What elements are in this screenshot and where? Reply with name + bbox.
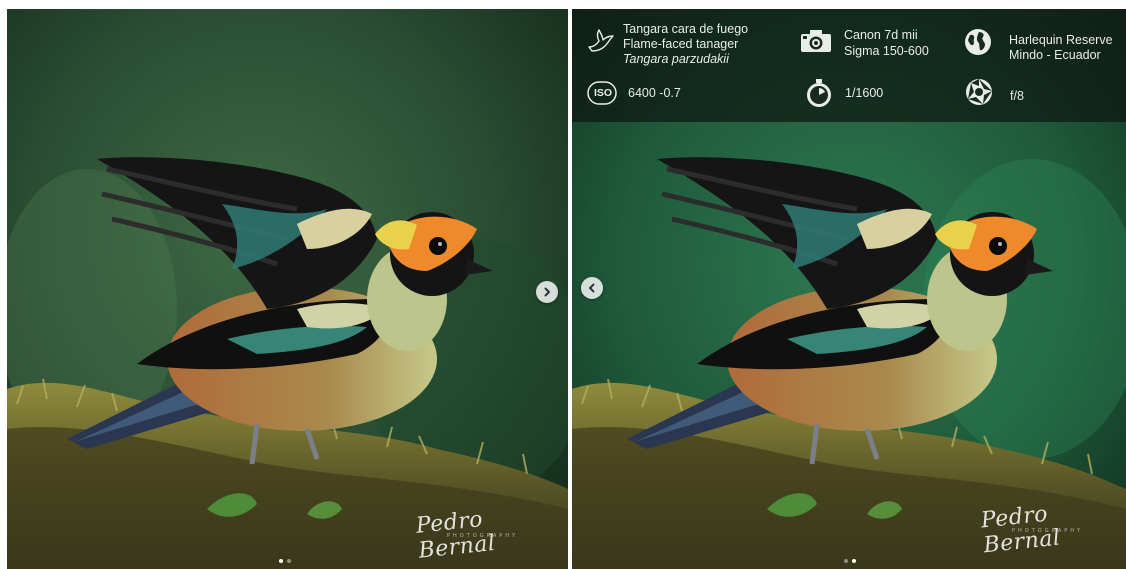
photo-slide-right: Tangara cara de fuego Flame-faced tanage…: [572, 9, 1126, 569]
stopwatch-icon: [805, 78, 833, 108]
camera-model: Canon 7d mii: [844, 28, 918, 42]
chevron-right-icon: [541, 286, 553, 298]
carousel-dot[interactable]: [279, 559, 283, 563]
species-english-name: Flame-faced tanager: [623, 37, 739, 51]
prev-slide-button[interactable]: [581, 277, 603, 299]
photo-slide-left: Pedro Bernal PHOTOGRAPHY: [7, 9, 568, 569]
photographer-signature-sub: PHOTOGRAPHY: [1012, 528, 1084, 534]
location-region: Mindo - Ecuador: [1009, 48, 1101, 62]
iso-icon-label: ISO: [594, 87, 613, 99]
location-place: Harlequin Reserve: [1009, 33, 1113, 47]
species-spanish-name: Tangara cara de fuego: [623, 22, 749, 36]
aperture-icon: [964, 77, 994, 107]
carousel-dot[interactable]: [844, 559, 848, 563]
next-slide-button[interactable]: [536, 281, 558, 303]
globe-icon: [963, 27, 993, 57]
chevron-left-icon: [586, 282, 598, 294]
bird-photo: [7, 9, 568, 569]
iso-value: 6400 -0.7: [628, 86, 681, 100]
species-scientific-name: Tangara parzudakii: [623, 52, 729, 66]
camera-icon: [800, 29, 832, 53]
photo-info-overlay: Tangara cara de fuego Flame-faced tanage…: [572, 9, 1126, 122]
aperture-value: f/8: [1010, 89, 1024, 103]
lens-model: Sigma 150-600: [844, 44, 929, 58]
shutter-speed-value: 1/1600: [845, 86, 884, 100]
photographer-signature-sub: PHOTOGRAPHY: [447, 533, 519, 539]
carousel-dot[interactable]: [287, 559, 291, 563]
carousel-dots: [279, 559, 291, 563]
carousel-dots: [844, 559, 856, 563]
bird-icon: [586, 27, 616, 57]
carousel-dot[interactable]: [852, 559, 856, 563]
